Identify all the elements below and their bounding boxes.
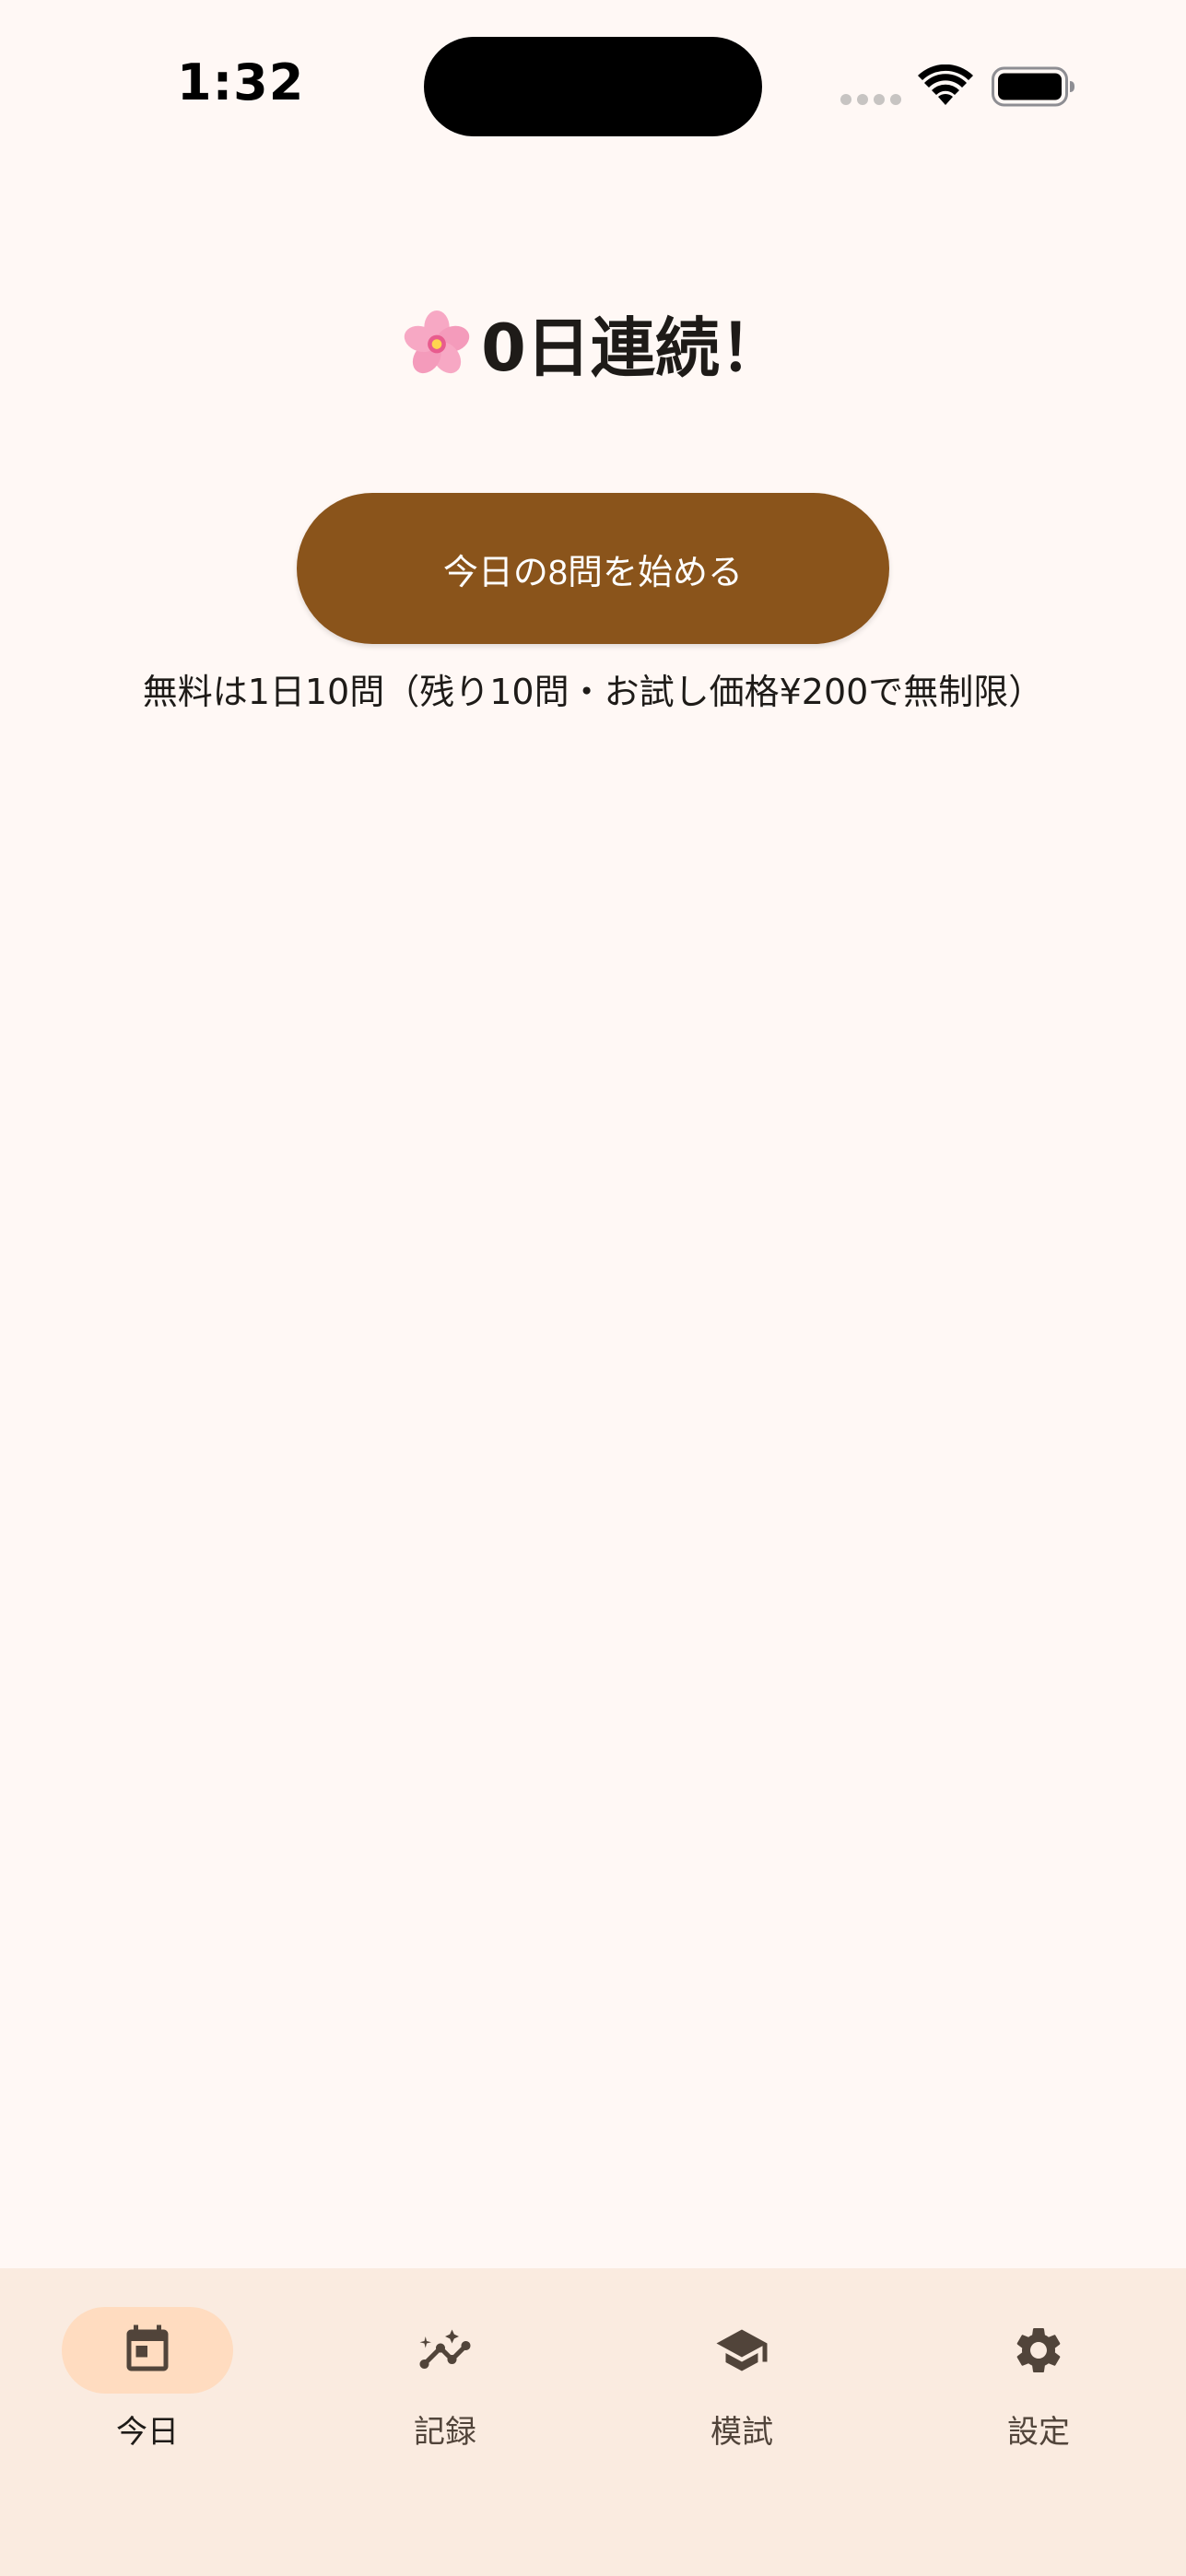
wifi-icon <box>918 64 973 105</box>
gear-icon <box>1016 2328 1061 2372</box>
bottom-navigation-bar: 今日 記録 模試 設定 <box>0 2268 1186 2576</box>
status-bar: 1:32 <box>0 0 1186 175</box>
nav-label-settings: 設定 <box>1007 2414 1070 2451</box>
free-quota-note: 無料は1日10問（残り10問・お試し価格¥200で無制限） <box>142 672 1044 712</box>
app-screen: 1:32 0日連続！ 今日の8問を始める 無料は1日10問（残り10問・お試し価… <box>0 0 1186 2576</box>
nav-tab-settings[interactable]: 設定 <box>946 2307 1131 2473</box>
nav-label-mock-exam: 模試 <box>710 2414 773 2451</box>
nav-label-today: 今日 <box>116 2414 179 2451</box>
signal-dots-icon <box>840 94 901 105</box>
nav-tab-mock-exam[interactable]: 模試 <box>650 2307 834 2473</box>
streak-title: 0日連続！ <box>481 310 784 386</box>
start-quiz-button[interactable]: 今日の8問を始める <box>297 493 889 644</box>
nav-tab-records[interactable]: 記録 <box>353 2307 537 2473</box>
dynamic-island <box>424 37 762 136</box>
calendar-icon <box>126 2324 169 2371</box>
status-time: 1:32 <box>177 53 305 111</box>
insights-chart-icon <box>419 2329 471 2369</box>
battery-icon <box>992 66 1074 107</box>
nav-tab-today[interactable]: 今日 <box>55 2307 240 2473</box>
nav-label-records: 記録 <box>414 2414 476 2451</box>
graduation-cap-icon <box>716 2329 768 2371</box>
streak-header: 0日連続！ <box>0 297 1186 389</box>
cherry-blossom-icon <box>404 310 470 374</box>
